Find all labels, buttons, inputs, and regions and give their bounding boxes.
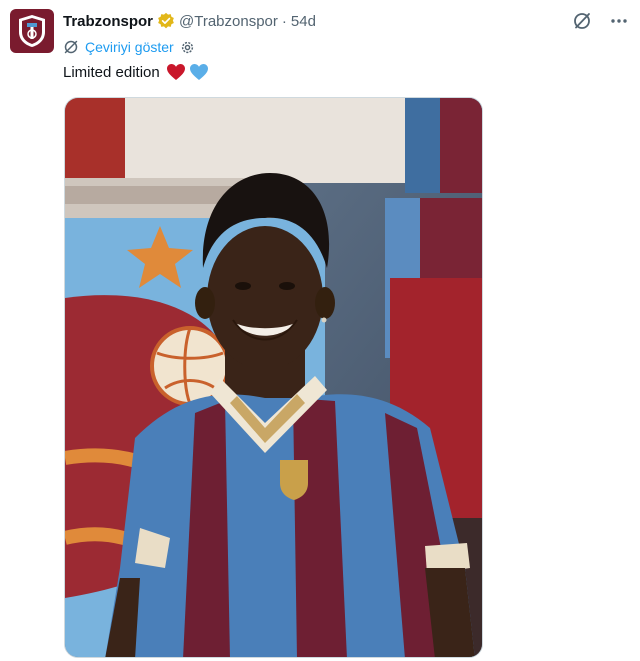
tweet-photo[interactable] <box>64 97 483 658</box>
club-crest-icon <box>19 15 45 47</box>
tweet-text: Limited edition <box>63 61 209 83</box>
emoji-group <box>166 63 209 81</box>
separator-dot: · <box>281 12 287 30</box>
player-photo-illustration <box>65 98 482 657</box>
account-handle[interactable]: @Trabzonspor <box>179 13 278 30</box>
verified-badge-icon[interactable] <box>157 12 175 30</box>
translate-label[interactable]: Çeviriyi göster <box>85 39 174 55</box>
red-heart-emoji <box>166 64 185 80</box>
tweet-actions-top <box>572 11 628 31</box>
grok-icon[interactable] <box>572 11 592 31</box>
tweet-timestamp[interactable]: 54d <box>291 13 316 30</box>
account-avatar[interactable] <box>10 9 54 53</box>
tweet-body: Limited edition <box>63 63 160 81</box>
translate-icon <box>63 39 79 55</box>
account-name[interactable]: Trabzonspor <box>63 13 153 30</box>
blue-heart-emoji <box>189 64 208 80</box>
translate-link[interactable]: Çeviriyi göster <box>63 37 195 57</box>
gear-icon[interactable] <box>180 40 195 55</box>
more-icon[interactable] <box>610 11 628 31</box>
tweet-header: Trabzonspor @Trabzonspor · 54d <box>63 10 316 32</box>
